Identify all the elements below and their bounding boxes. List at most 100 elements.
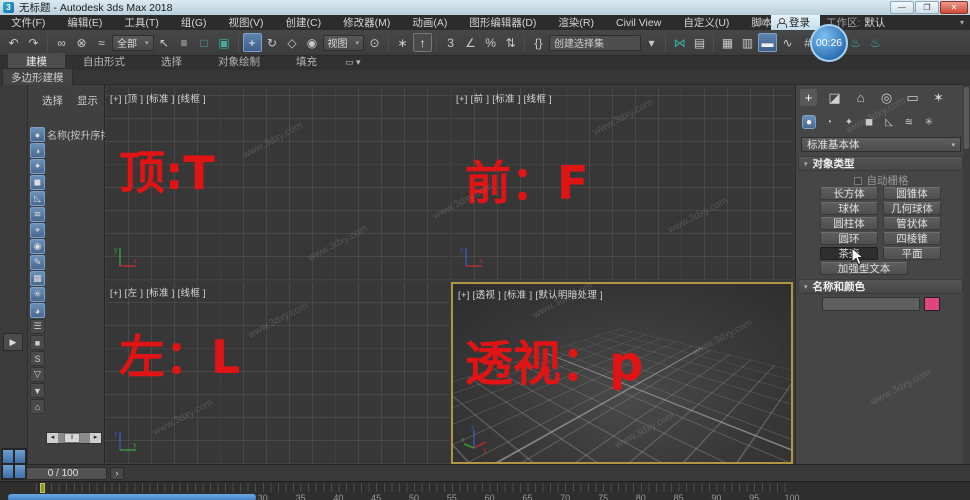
viewport-front-label[interactable]: [+] [前 ] [标准 ] [线框 ]: [456, 91, 552, 105]
object-button-圆锥体[interactable]: 圆锥体: [883, 187, 941, 200]
filter-icon[interactable]: ▼: [30, 383, 45, 398]
unlink-selection-icon[interactable]: ⊗: [72, 33, 91, 52]
container-icon[interactable]: ⌂: [30, 399, 45, 414]
menu-item-7[interactable]: 修改器(M): [332, 15, 401, 30]
display-bones-icon[interactable]: ⌖: [30, 223, 45, 238]
menu-item-1[interactable]: 文件(F): [0, 15, 56, 30]
scroll-thumb[interactable]: ⫴: [64, 433, 80, 443]
sort-s-icon[interactable]: S: [30, 351, 45, 366]
named-selection-set-field[interactable]: 创建选择集: [549, 34, 642, 51]
primitive-category-dropdown[interactable]: 标准基本体 ▾: [801, 137, 961, 152]
autogrid-checkbox[interactable]: [853, 176, 862, 185]
display-space-warps-icon[interactable]: ≋: [30, 207, 45, 222]
cameras-category-icon[interactable]: ◼: [862, 115, 876, 129]
ribbon-tab-4[interactable]: 对象绘制: [200, 53, 278, 70]
menu-item-11[interactable]: Civil View: [605, 17, 672, 29]
rollout-object-type[interactable]: ▾ 对象类型: [798, 156, 963, 171]
track-bar[interactable]: 0510152025303540455055606570758085909510…: [0, 481, 970, 500]
scene-explorer-column-header[interactable]: 名称(按升序排: [47, 127, 105, 142]
scene-explorer-tab-display[interactable]: 显示: [77, 93, 98, 108]
object-button-几何球体[interactable]: 几何球体: [883, 202, 941, 215]
select-and-move-icon[interactable]: +: [242, 33, 262, 52]
viewport-perspective-active[interactable]: [+] [透视 ] [标准 ] [默认明暗处理 ] 透视：p z x y: [451, 282, 793, 464]
viewport-front[interactable]: [+] [前 ] [标准 ] [线框 ] 前：F z x: [451, 88, 793, 280]
display-groups-icon[interactable]: ▦: [30, 271, 45, 286]
ribbon-tab-2[interactable]: 自由形式: [65, 53, 143, 70]
display-containers-icon[interactable]: ◉: [30, 239, 45, 254]
workspace-selector[interactable]: 工作区: 默认 ▾: [820, 15, 970, 30]
rectangular-selection-region-icon[interactable]: □: [195, 33, 214, 52]
select-and-link-icon[interactable]: ∞: [52, 33, 71, 52]
display-geometry-icon[interactable]: ●: [30, 127, 45, 142]
current-frame-marker[interactable]: [40, 483, 45, 493]
bind-to-space-warp-icon[interactable]: ≈: [92, 33, 111, 52]
display-shapes-icon[interactable]: ◑: [30, 143, 45, 158]
selection-filter-dropdown[interactable]: 全部 ▾: [112, 34, 154, 51]
scene-explorer-tab-select[interactable]: 选择: [42, 93, 63, 108]
viewport-top[interactable]: [+] [顶 ] [标准 ] [线框 ] 顶:T y x: [105, 88, 449, 280]
ribbon-tab-3[interactable]: 选择: [143, 53, 200, 70]
object-button-textplus[interactable]: 加强型文本: [820, 262, 908, 275]
viewport-left[interactable]: [+] [左 ] [标准 ] [线框 ] 左：L z y: [105, 282, 449, 464]
select-and-scale-icon[interactable]: ◇: [283, 33, 302, 52]
scene-explorer-hscrollbar[interactable]: ◂ ⫴ ▸: [46, 432, 102, 444]
viewport-layout-icon[interactable]: [1, 448, 27, 480]
object-button-平面[interactable]: 平面: [883, 247, 941, 260]
curve-editor-icon[interactable]: ∿: [778, 33, 797, 52]
minimize-button[interactable]: —: [890, 1, 914, 14]
motion-tab-icon[interactable]: ◎: [878, 89, 895, 106]
select-and-place-icon[interactable]: ◉: [303, 33, 322, 52]
select-and-manipulate-icon[interactable]: ∗: [393, 33, 412, 52]
ribbon-minimize-icon[interactable]: ▭ ▾: [345, 57, 361, 70]
snaps-toggle-3d-icon[interactable]: 3: [441, 33, 460, 52]
use-pivot-point-center-icon[interactable]: ⊙: [365, 33, 384, 52]
mirror-icon[interactable]: ⋈: [670, 33, 689, 52]
select-and-rotate-icon[interactable]: ↻: [263, 33, 282, 52]
scene-explorer-toggle-icon[interactable]: ▦: [718, 33, 737, 52]
window-crossing-icon[interactable]: ▣: [215, 33, 234, 52]
ribbon-toggle-icon[interactable]: ▬: [758, 33, 778, 52]
menu-item-5[interactable]: 视图(V): [218, 15, 275, 30]
scroll-right-arrow[interactable]: ▸: [90, 433, 101, 443]
create-tab-icon[interactable]: +: [800, 89, 817, 106]
viewport-top-label[interactable]: [+] [顶 ] [标准 ] [线框 ]: [110, 91, 206, 105]
render-production-icon[interactable]: ♨: [866, 33, 885, 52]
hierarchy-tab-icon[interactable]: ⌂: [852, 89, 869, 106]
align-icon[interactable]: ▤: [690, 33, 709, 52]
space-warps-category-icon[interactable]: ≋: [902, 115, 916, 129]
systems-category-icon[interactable]: ✳: [922, 115, 936, 129]
maximize-button[interactable]: ❐: [915, 1, 939, 14]
object-name-field[interactable]: [822, 297, 920, 311]
shapes-category-icon[interactable]: ◔: [822, 115, 836, 129]
lights-category-icon[interactable]: ✦: [842, 115, 856, 129]
display-cameras-icon[interactable]: ◼: [30, 175, 45, 190]
menu-item-8[interactable]: 动画(A): [401, 15, 458, 30]
rollout-name-and-color[interactable]: ▾ 名称和颜色: [798, 279, 963, 294]
menu-item-3[interactable]: 工具(T): [113, 15, 169, 30]
menu-item-6[interactable]: 创建(C): [275, 15, 333, 30]
sign-in-button[interactable]: 登录: [771, 15, 820, 30]
object-button-球体[interactable]: 球体: [820, 202, 878, 215]
workspace-dropdown-arrow[interactable]: ▾: [960, 18, 964, 27]
menu-item-2[interactable]: 编辑(E): [56, 15, 113, 30]
filter-combo-icon[interactable]: ▽: [30, 367, 45, 382]
display-lights-icon[interactable]: ✦: [30, 159, 45, 174]
percent-snap-icon[interactable]: %: [481, 33, 500, 52]
sort-box-icon[interactable]: ■: [30, 335, 45, 350]
undo-icon[interactable]: ↶: [4, 33, 23, 52]
modify-tab-icon[interactable]: ◪: [826, 89, 843, 106]
autogrid-option[interactable]: 自动栅格: [796, 173, 966, 188]
sort-list-icon[interactable]: ☰: [30, 319, 45, 334]
edit-named-selection-sets-icon[interactable]: {}: [529, 33, 548, 52]
geometry-category-icon[interactable]: ●: [802, 115, 816, 129]
object-button-管状体[interactable]: 管状体: [883, 217, 941, 230]
menu-item-10[interactable]: 渲染(R): [547, 15, 605, 30]
select-by-name-icon[interactable]: ≡: [175, 33, 194, 52]
helpers-category-icon[interactable]: ◺: [882, 115, 896, 129]
utilities-tab-icon[interactable]: ✶: [930, 89, 947, 106]
command-panel-scrollbar[interactable]: [963, 85, 970, 464]
redo-icon[interactable]: ↷: [24, 33, 43, 52]
spinner-snap-icon[interactable]: ⇅: [501, 33, 520, 52]
object-button-长方体[interactable]: 长方体: [820, 187, 878, 200]
close-button[interactable]: ✕: [940, 1, 968, 14]
